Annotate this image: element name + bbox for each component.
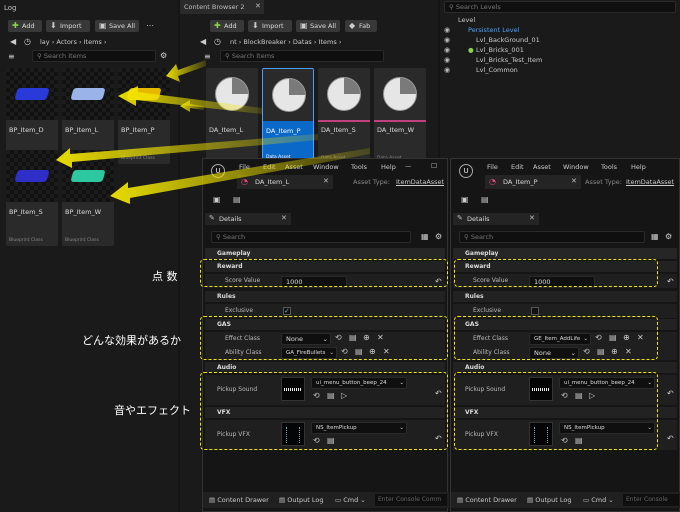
mapping-arrows	[56, 60, 370, 204]
arrow-da-item-w	[110, 148, 370, 204]
arrow-da-item-s	[56, 134, 318, 168]
arrow-da-item-l	[166, 60, 206, 82]
